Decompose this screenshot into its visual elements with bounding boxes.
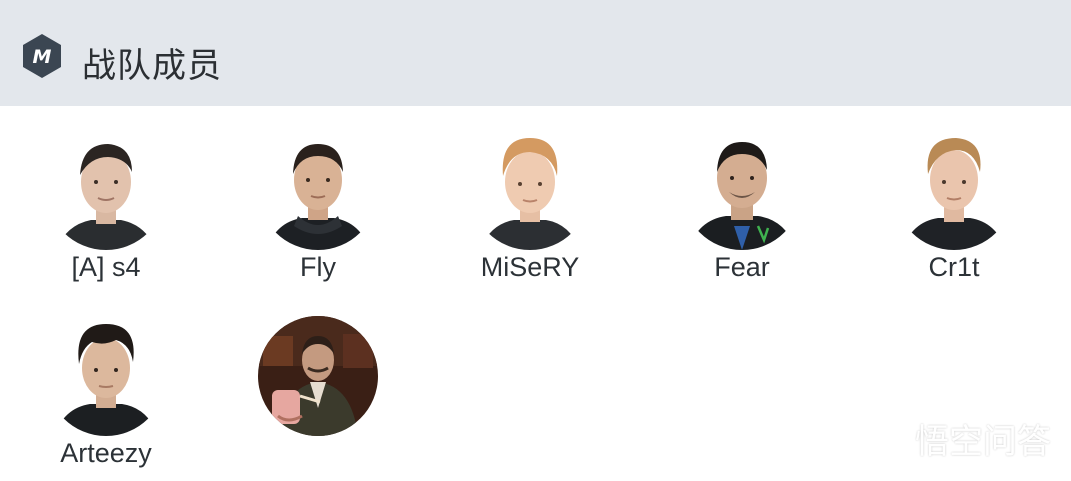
member-avatar [258, 130, 378, 250]
member-avatar [258, 316, 378, 436]
member-avatar [46, 130, 166, 250]
member-card[interactable]: Fear [662, 130, 822, 283]
member-card[interactable] [238, 316, 398, 438]
member-card[interactable]: [A] s4 [26, 130, 186, 283]
section-title: 战队成员 [82, 46, 222, 86]
svg-text:M: M [33, 46, 52, 68]
member-card[interactable]: Fly [238, 130, 398, 283]
member-name: Fly [300, 252, 336, 282]
member-card[interactable]: Cr1t [874, 130, 1034, 283]
member-name: [A] s4 [71, 252, 141, 282]
chat-bubbles-icon [858, 423, 905, 454]
member-name: Arteezy [60, 438, 152, 468]
member-card[interactable]: Arteezy [26, 316, 186, 469]
member-avatar [470, 130, 590, 250]
member-card[interactable]: MiSeRY [450, 130, 610, 283]
member-avatar [894, 130, 1014, 250]
member-name: Cr1t [928, 252, 980, 282]
watermark-text: 悟空问答 [915, 422, 1051, 462]
watermark: 悟空问答 [857, 414, 1051, 463]
section-header: M 战队成员 [0, 0, 1071, 106]
member-name: MiSeRY [480, 252, 580, 282]
member-avatar [46, 316, 166, 436]
team-logo-icon: M [23, 34, 61, 78]
member-name: Fear [714, 252, 770, 282]
member-avatar [682, 130, 802, 250]
